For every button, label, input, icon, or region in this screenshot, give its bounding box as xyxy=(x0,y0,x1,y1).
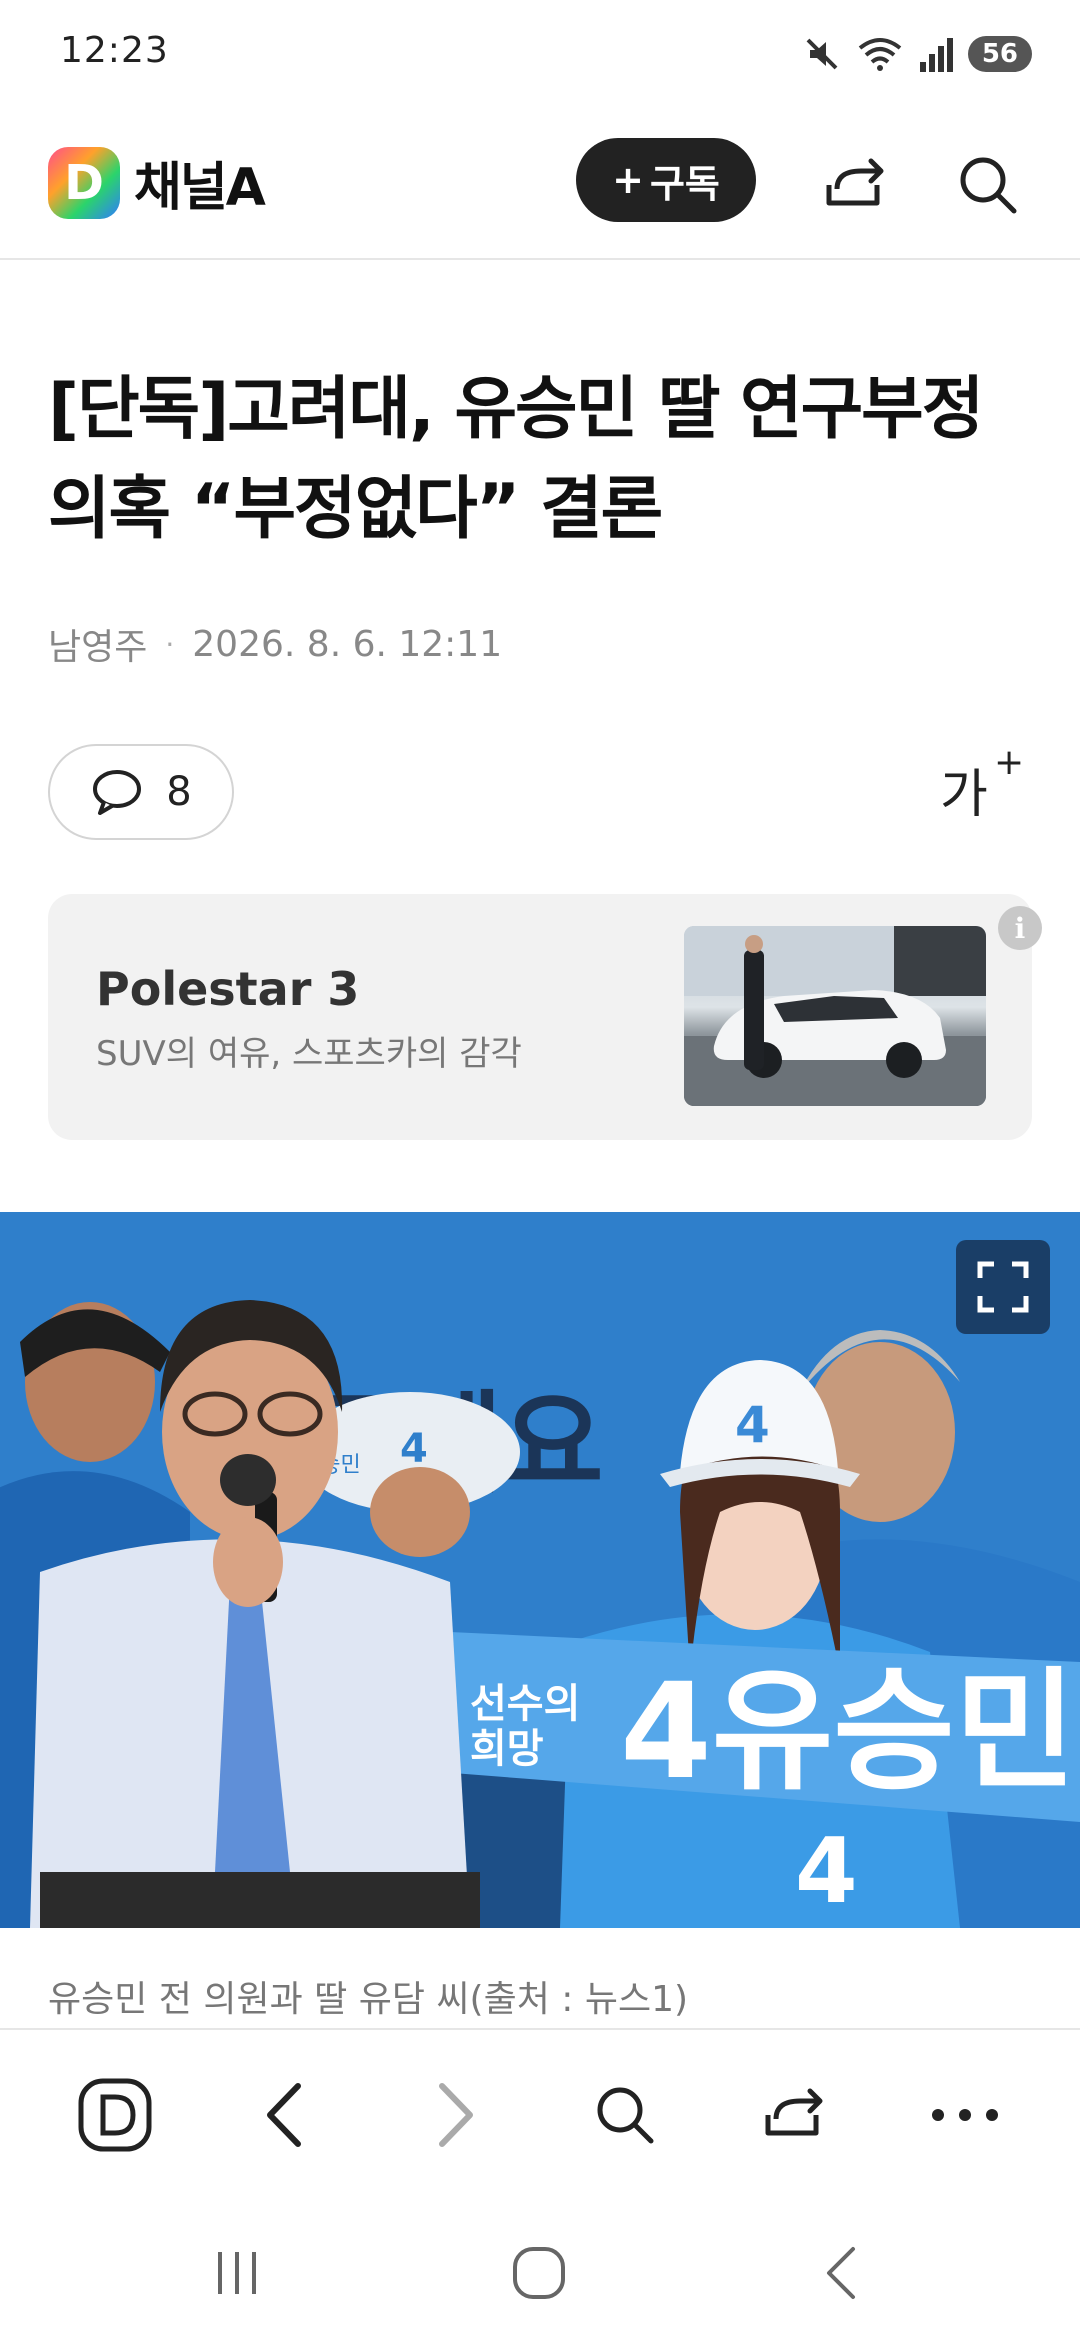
more-icon[interactable] xyxy=(920,2070,1010,2160)
forward-icon[interactable] xyxy=(410,2070,500,2160)
banner-small-2: 희망 xyxy=(470,1726,544,1772)
home-icon[interactable] xyxy=(494,2228,584,2318)
status-time: 12:23 xyxy=(60,30,169,71)
comment-icon xyxy=(93,770,142,815)
font-size-plus: + xyxy=(994,742,1025,783)
cap-number: 4 xyxy=(735,1396,770,1454)
ad-card[interactable]: Polestar 3 SUV의 여유, 스포츠카의 감각 i xyxy=(48,894,1042,1140)
photo-scene: 주세요 4 유승민 4 4 선수의 희망 4유승민 xyxy=(0,1212,1080,1928)
status-icons: 56 xyxy=(802,30,1032,78)
ad-info-icon[interactable]: i xyxy=(998,906,1042,950)
mute-icon xyxy=(806,38,838,70)
comment-count: 8 xyxy=(166,769,192,815)
subscribe-label: 구독 xyxy=(649,161,720,206)
brand[interactable]: D 채널A xyxy=(48,145,266,220)
system-navigation-bar xyxy=(0,2198,1080,2340)
ad-image xyxy=(684,926,986,1106)
comments-button[interactable]: 8 xyxy=(48,744,234,840)
battery-icon: 56 xyxy=(967,36,1032,72)
separator-dot: · xyxy=(165,627,175,661)
search-icon[interactable] xyxy=(580,2070,670,2160)
brand-name: 채널A xyxy=(134,158,266,218)
app-header: D 채널A + 구독 xyxy=(0,110,1080,260)
back-icon[interactable] xyxy=(240,2070,330,2160)
article-headline: [단독]고려대, 유승민 딸 연구부정 의혹 “부정없다” 결론 xyxy=(48,370,984,549)
font-size-label: 가 xyxy=(940,765,988,825)
signal-icon xyxy=(919,38,953,72)
search-icon[interactable] xyxy=(948,145,1028,225)
cap-number-back: 4 xyxy=(400,1426,428,1472)
share-icon[interactable] xyxy=(816,145,896,225)
timestamp: 2026. 8. 6. 12:11 xyxy=(192,623,503,665)
image-caption: 유승민 전 의원과 딸 유담 씨(출처 : 뉴스1) xyxy=(48,1979,689,2020)
banner-small-1: 선수의 xyxy=(470,1681,580,1727)
fullscreen-icon[interactable] xyxy=(956,1240,1050,1334)
plus-icon: + xyxy=(612,158,644,202)
article-photo[interactable]: 주세요 4 유승민 4 4 선수의 희망 4유승민 xyxy=(0,1212,1080,1928)
channel-logo-icon: D xyxy=(48,146,120,219)
font-size-button[interactable]: 가 + xyxy=(940,742,1030,832)
share-icon[interactable] xyxy=(750,2070,840,2160)
ad-subtitle: SUV의 여유, 스포츠카의 감각 xyxy=(96,1034,522,1074)
bottom-toolbar xyxy=(0,2028,1080,2198)
author[interactable]: 남영주 xyxy=(48,618,147,670)
subscribe-button[interactable]: + 구독 xyxy=(576,138,756,222)
recent-apps-icon[interactable] xyxy=(192,2228,282,2318)
status-bar: 12:23 56 xyxy=(0,0,1080,110)
ad-title: Polestar 3 xyxy=(96,962,360,1016)
shirt-number: 4 xyxy=(795,1819,858,1924)
back-icon[interactable] xyxy=(796,2228,886,2318)
banner-text: 4유승민 xyxy=(620,1655,1076,1809)
wifi-icon xyxy=(858,38,902,71)
article-meta: 남영주 · 2026. 8. 6. 12:11 xyxy=(48,618,502,670)
channel-home-icon[interactable] xyxy=(70,2070,160,2160)
